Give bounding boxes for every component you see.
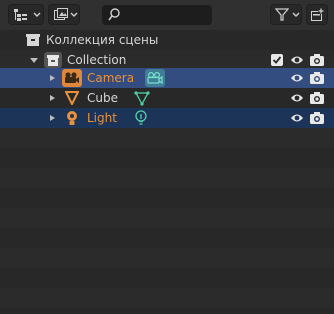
scene-collection-icon bbox=[26, 34, 40, 46]
mesh-data-icon[interactable] bbox=[134, 90, 150, 106]
empty-row bbox=[0, 148, 334, 168]
expand-toggle[interactable] bbox=[50, 115, 55, 121]
collection-icon bbox=[47, 55, 59, 66]
expand-toggle[interactable] bbox=[50, 75, 55, 81]
collection-row[interactable]: Collection bbox=[0, 50, 334, 70]
collection-icon-badge bbox=[44, 52, 62, 68]
empty-row bbox=[0, 208, 334, 228]
camera-render-icon[interactable] bbox=[310, 72, 324, 84]
eye-icon[interactable] bbox=[290, 113, 304, 123]
scene-collection-label: Коллекция сцены bbox=[46, 33, 159, 47]
empty-row bbox=[0, 288, 334, 308]
expand-toggle[interactable] bbox=[50, 95, 55, 101]
display-mode-dropdown[interactable] bbox=[8, 4, 44, 25]
camera-data-icon bbox=[147, 72, 163, 84]
empty-row bbox=[0, 128, 334, 148]
outliner-item-cube[interactable]: Cube bbox=[0, 88, 334, 108]
empty-row bbox=[0, 308, 334, 314]
mesh-object-icon bbox=[65, 91, 79, 105]
camera-render-icon[interactable] bbox=[310, 112, 324, 124]
item-label: Light bbox=[87, 111, 117, 125]
camera-object-icon bbox=[65, 72, 79, 83]
chevron-down-icon bbox=[33, 12, 41, 17]
outliner-item-light[interactable]: Light bbox=[0, 108, 334, 128]
light-object-icon bbox=[67, 111, 77, 125]
empty-row bbox=[0, 248, 334, 268]
funnel-icon bbox=[275, 8, 289, 21]
empty-row bbox=[0, 268, 334, 288]
include-checkbox[interactable] bbox=[271, 54, 283, 66]
outliner-view-icon bbox=[14, 9, 27, 21]
scene-collection-row[interactable]: Коллекция сцены bbox=[0, 30, 334, 50]
empty-row bbox=[0, 188, 334, 208]
outliner-item-camera[interactable]: Camera bbox=[0, 68, 334, 88]
camera-data-badge[interactable] bbox=[145, 69, 165, 87]
item-label: Cube bbox=[87, 91, 118, 105]
new-collection-button[interactable] bbox=[306, 4, 328, 25]
image-view-icon bbox=[54, 8, 68, 20]
eye-icon[interactable] bbox=[290, 55, 304, 65]
empty-row bbox=[0, 168, 334, 188]
chevron-down-icon bbox=[292, 12, 300, 17]
item-label: Camera bbox=[87, 71, 135, 85]
search-input[interactable] bbox=[124, 7, 208, 23]
camera-object-badge bbox=[62, 69, 82, 87]
collection-label: Collection bbox=[67, 53, 127, 67]
eye-icon[interactable] bbox=[290, 93, 304, 103]
outliner-header bbox=[0, 0, 334, 30]
empty-row bbox=[0, 228, 334, 248]
camera-render-icon[interactable] bbox=[310, 92, 324, 104]
expand-toggle[interactable] bbox=[30, 58, 38, 63]
eye-icon[interactable] bbox=[290, 73, 304, 83]
light-data-icon[interactable] bbox=[134, 110, 148, 126]
search-field[interactable] bbox=[102, 5, 212, 25]
view-dropdown[interactable] bbox=[48, 4, 80, 25]
camera-render-icon[interactable] bbox=[310, 54, 324, 66]
search-icon bbox=[108, 8, 120, 21]
chevron-down-icon bbox=[70, 12, 78, 17]
filter-dropdown[interactable] bbox=[270, 4, 302, 25]
new-collection-icon bbox=[311, 8, 324, 21]
